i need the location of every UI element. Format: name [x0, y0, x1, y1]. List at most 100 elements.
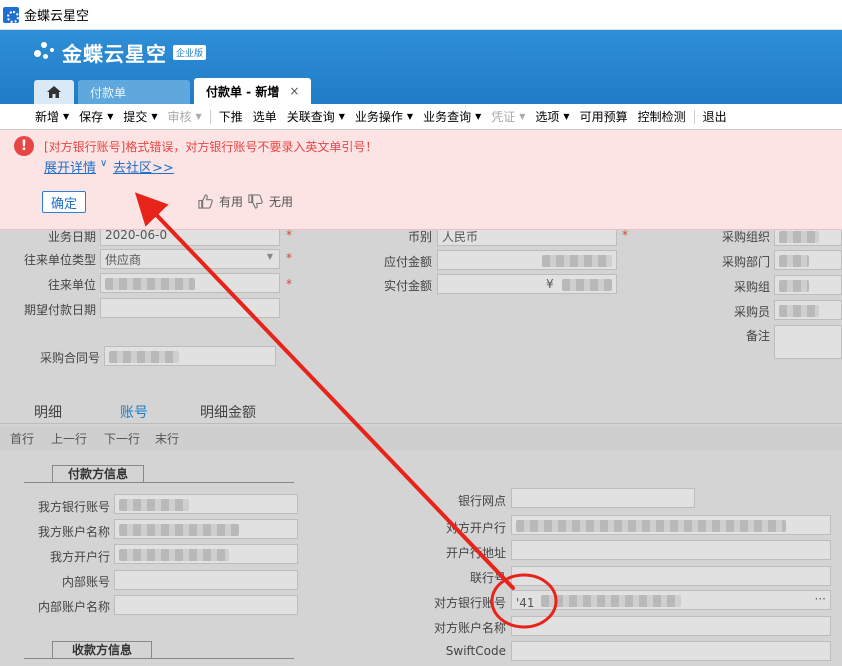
counterparty-account-name-field[interactable] — [511, 616, 831, 636]
swiftcode-field[interactable] — [511, 641, 831, 661]
payee-section-title: 收款方信息 — [52, 641, 152, 659]
bank-address-field[interactable] — [511, 540, 831, 560]
app-header: 金蝶云星空 企业版 付款单 付款单 - 新增 × — [0, 30, 842, 104]
label-purch-dept: 采购部门 — [721, 255, 770, 269]
bank-branch-field[interactable] — [511, 488, 695, 508]
toolbar-item-9[interactable]: 凭证 ▼ — [486, 107, 530, 127]
own-bank-account-field[interactable] — [114, 494, 298, 514]
chevron-down-icon: ▼ — [519, 112, 526, 121]
section-divider — [24, 482, 294, 483]
toolbar-item-7[interactable]: 业务操作 ▼ — [350, 107, 418, 127]
label-counterparty-bank: 对方开户行 — [445, 521, 506, 535]
label-purchaser: 采购员 — [733, 305, 770, 319]
expand-details-link[interactable]: 展开详情 — [44, 157, 96, 176]
toolbar-item-0[interactable]: 新增 ▼ — [30, 107, 74, 127]
required-mark: * — [286, 277, 292, 291]
toolbar-separator — [693, 109, 695, 124]
nav-first-row[interactable]: 首行 — [10, 430, 34, 447]
partner-field[interactable] — [100, 273, 280, 293]
logo: 金蝶云星空 企业版 — [32, 38, 207, 67]
app-icon — [3, 6, 19, 23]
toolbar-item-10[interactable]: 选项 ▼ — [530, 107, 574, 127]
useful-feedback[interactable]: 有用 — [198, 193, 243, 210]
blurred-value — [109, 351, 179, 363]
chevron-down-icon: ▼ — [563, 112, 570, 121]
chevron-down-icon: ▼ — [63, 112, 70, 121]
actual-field[interactable]: ¥ — [437, 274, 617, 294]
tab-label: 付款单 — [90, 85, 127, 100]
counterparty-account-field[interactable]: '41 ··· — [511, 590, 831, 610]
contract-field[interactable] — [104, 346, 276, 366]
toolbar: 新增 ▼ 保存 ▼ 提交 ▼ 审核 ▼ 下推 选单 关联查询 ▼ 业务操作 ▼ 业务查询 ▼ 凭证 ▼ 选项 ▼ 可用预… — [0, 104, 842, 130]
toolbar-item-6[interactable]: 关联查询 ▼ — [282, 107, 350, 127]
error-message: [对方银行账号]格式错误，对方银行账号不要录入英文单引号！ — [44, 140, 378, 154]
label-payable: 应付金额 — [383, 255, 432, 269]
toolbar-item-8[interactable]: 业务查询 ▼ — [418, 107, 486, 127]
payable-field[interactable] — [437, 250, 617, 270]
own-bank-field[interactable] — [114, 544, 298, 564]
label-own-account-name: 我方账户名称 — [37, 525, 110, 539]
tab-payment-list[interactable]: 付款单 — [78, 80, 190, 104]
partner-type-select[interactable]: 供应商 ▼ — [100, 249, 280, 269]
bank-code-field[interactable] — [511, 566, 831, 586]
chevron-down-icon: ▼ — [406, 112, 414, 121]
toolbar-item-13[interactable]: 退出 — [698, 107, 732, 127]
subtab-account[interactable]: 账号 — [96, 402, 172, 428]
chevron-down-icon: ∨ — [100, 158, 108, 169]
label-partner-type: 往来单位类型 — [23, 253, 96, 267]
toolbar-item-11[interactable]: 可用预算 — [575, 107, 633, 127]
toolbar-item-1[interactable]: 保存 ▼ — [74, 107, 118, 127]
blurred-value — [105, 278, 195, 290]
community-link[interactable]: 去社区>> — [113, 157, 174, 176]
expected-date-field[interactable] — [100, 298, 280, 318]
subtab-detail[interactable]: 明细 — [34, 402, 62, 422]
window-titlebar: 金蝶云星空 — [0, 0, 842, 30]
label-swiftcode: SwiftCode — [445, 644, 506, 658]
label-bank-address: 开户行地址 — [445, 546, 506, 560]
own-account-name-field[interactable] — [114, 519, 298, 539]
label-currency: 币别 — [407, 230, 432, 244]
ellipsis-icon[interactable]: ··· — [815, 592, 826, 606]
toolbar-item-12[interactable]: 控制检测 — [633, 107, 691, 127]
tab-home[interactable] — [34, 80, 74, 104]
error-banner: ! [对方银行账号]格式错误，对方银行账号不要录入英文单引号！ 展开详情 ∨ 去… — [0, 130, 842, 230]
section-divider — [24, 658, 294, 659]
nav-prev-row[interactable]: 上一行 — [51, 430, 87, 447]
toolbar-item-4[interactable]: 下推 — [214, 107, 248, 127]
label-purch-group: 采购组 — [733, 280, 770, 294]
chevron-down-icon: ▼ — [107, 112, 114, 121]
toolbar-item-2[interactable]: 提交 ▼ — [118, 107, 162, 127]
chevron-down-icon: ▼ — [195, 112, 202, 121]
label-expected-date: 期望付款日期 — [23, 303, 96, 317]
nav-next-row[interactable]: 下一行 — [104, 430, 140, 447]
close-icon[interactable]: × — [289, 84, 299, 98]
label-purch-org: 采购组织 — [721, 230, 770, 244]
useless-feedback[interactable]: 无用 — [248, 193, 293, 210]
label-remark: 备注 — [745, 329, 770, 343]
internal-account-name-field[interactable] — [114, 595, 298, 615]
purch-dept-field[interactable] — [774, 250, 842, 270]
toolbar-item-3[interactable]: 审核 ▼ — [163, 107, 207, 127]
remark-field[interactable] — [774, 325, 842, 359]
blurred-value — [542, 255, 612, 267]
subtab-detail-amount[interactable]: 明细金额 — [200, 402, 256, 422]
logo-text: 金蝶云星空 — [62, 42, 167, 66]
blurred-value — [562, 279, 612, 291]
thumbs-down-icon — [248, 194, 263, 209]
purch-group-field[interactable] — [774, 275, 842, 295]
toolbar-item-5[interactable]: 选单 — [248, 107, 282, 127]
payer-section-title: 付款方信息 — [52, 465, 144, 483]
home-icon — [47, 86, 61, 98]
window-title: 金蝶云星空 — [24, 9, 90, 24]
label-actual: 实付金额 — [383, 279, 432, 293]
tab-payment-new[interactable]: 付款单 - 新增 × — [194, 78, 312, 104]
internal-account-field[interactable] — [114, 570, 298, 590]
confirm-button[interactable]: 确定 — [42, 191, 86, 213]
chevron-down-icon: ▼ — [266, 252, 273, 261]
tab-label: 付款单 - 新增 — [206, 84, 280, 99]
nav-last-row[interactable]: 末行 — [155, 430, 179, 447]
counterparty-bank-field[interactable] — [511, 515, 831, 535]
purchaser-field[interactable] — [774, 300, 842, 320]
toolbar-separator — [209, 109, 211, 124]
label-partner: 往来单位 — [47, 278, 96, 292]
